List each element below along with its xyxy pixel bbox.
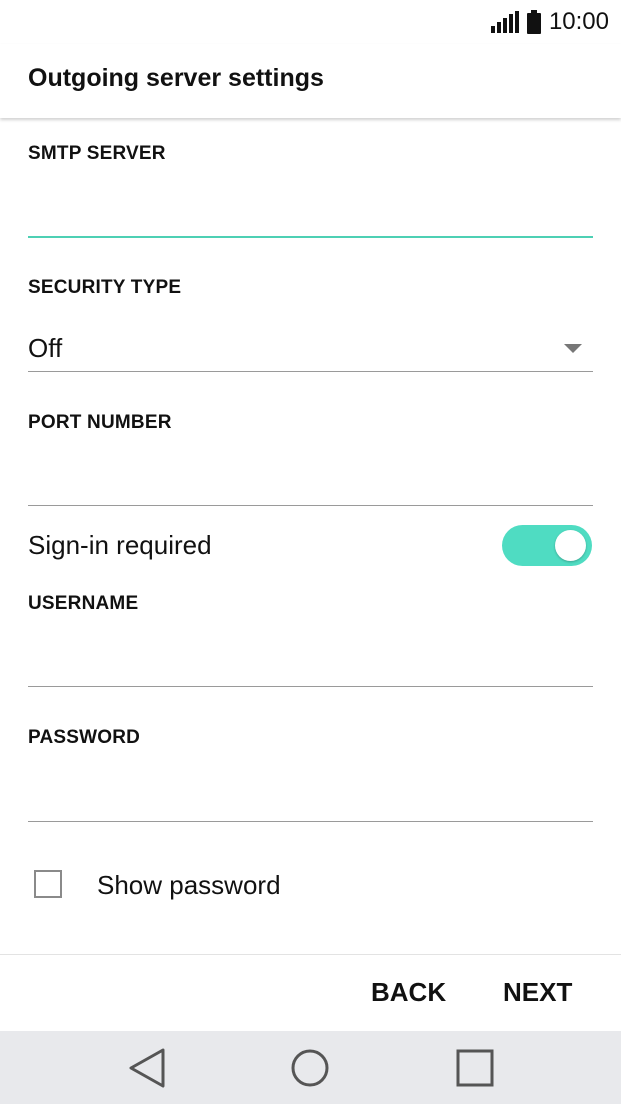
sign-in-required-toggle[interactable]	[502, 525, 592, 566]
dropdown-arrow-icon	[564, 344, 582, 353]
username-underline	[28, 686, 593, 687]
status-bar: 10:00	[0, 0, 621, 44]
smtp-server-input[interactable]	[28, 192, 593, 232]
port-number-underline	[28, 505, 593, 506]
port-number-label: PORT NUMBER	[28, 412, 172, 433]
smtp-server-underline	[28, 236, 593, 238]
recents-square-icon[interactable]	[453, 1046, 497, 1090]
toggle-knob	[555, 530, 586, 561]
back-triangle-icon[interactable]	[125, 1046, 169, 1090]
show-password-checkbox[interactable]	[34, 870, 62, 898]
home-circle-icon[interactable]	[288, 1046, 332, 1090]
action-bar: BACK NEXT	[0, 954, 621, 1032]
security-type-value: Off	[28, 333, 63, 363]
port-number-input[interactable]	[28, 460, 593, 500]
sign-in-required-label: Sign-in required	[28, 530, 212, 560]
app-bar: Outgoing server settings	[0, 44, 621, 118]
security-type-dropdown[interactable]	[28, 320, 593, 372]
battery-icon	[526, 10, 541, 34]
navigation-bar	[0, 1031, 621, 1104]
username-label: USERNAME	[28, 593, 139, 614]
next-button[interactable]: NEXT	[503, 977, 572, 1008]
security-type-underline	[28, 371, 593, 372]
page-title: Outgoing server settings	[28, 64, 324, 92]
password-input[interactable]	[28, 775, 593, 815]
password-underline	[28, 821, 593, 822]
username-input[interactable]	[28, 641, 593, 681]
signal-icon	[490, 11, 519, 33]
security-type-label: SECURITY TYPE	[28, 277, 182, 298]
status-time: 10:00	[548, 8, 609, 35]
show-password-label[interactable]: Show password	[97, 870, 281, 901]
back-button[interactable]: BACK	[371, 977, 446, 1008]
password-label: PASSWORD	[28, 727, 141, 748]
smtp-server-label: SMTP SERVER	[28, 143, 166, 164]
